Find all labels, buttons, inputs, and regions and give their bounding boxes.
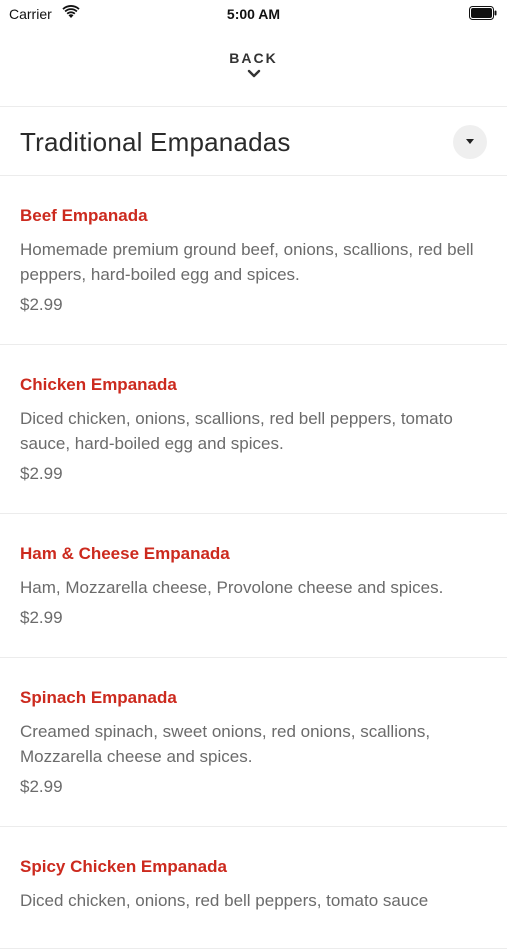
menu-item-name: Spinach Empanada bbox=[20, 688, 177, 707]
menu-item-description: Ham, Mozzarella cheese, Provolone cheese… bbox=[20, 578, 444, 597]
status-bar: Carrier 5:00 AM bbox=[0, 0, 507, 28]
menu-item-price: $2.99 bbox=[20, 608, 63, 627]
menu-item-name: Spicy Chicken Empanada bbox=[20, 857, 227, 876]
status-time: 5:00 AM bbox=[226, 6, 281, 22]
menu-item-description: Diced chicken, onions, red bell peppers,… bbox=[20, 891, 429, 910]
menu-item-name: Chicken Empanada bbox=[20, 375, 177, 394]
menu-item-description: Diced chicken, onions, scallions, red be… bbox=[20, 409, 453, 453]
menu-item-price: $2.99 bbox=[20, 464, 63, 483]
menu-item[interactable]: Spinach Empanada Creamed spinach, sweet … bbox=[0, 658, 507, 827]
caret-down-icon bbox=[466, 139, 474, 144]
menu-item-name: Beef Empanada bbox=[20, 206, 148, 225]
menu-item[interactable]: Ham & Cheese Empanada Ham, Mozzarella ch… bbox=[0, 514, 507, 658]
menu-item[interactable]: Spicy Chicken Empanada Diced chicken, on… bbox=[0, 827, 507, 949]
menu-item[interactable]: Chicken Empanada Diced chicken, onions, … bbox=[0, 345, 507, 514]
collapse-category-button[interactable] bbox=[453, 125, 487, 159]
menu-item-description: Homemade premium ground beef, onions, sc… bbox=[20, 240, 474, 284]
menu-item-name: Ham & Cheese Empanada bbox=[20, 544, 230, 563]
chevron-down-icon bbox=[247, 69, 260, 78]
menu-item-description: Creamed spinach, sweet onions, red onion… bbox=[20, 722, 431, 766]
menu-item[interactable]: Beef Empanada Homemade premium ground be… bbox=[0, 176, 507, 345]
back-label: BACK bbox=[229, 50, 278, 66]
menu-item-price: $2.99 bbox=[20, 295, 63, 314]
menu-item-price: $2.99 bbox=[20, 777, 63, 796]
back-button[interactable]: BACK bbox=[0, 44, 507, 94]
menu-item-list: Beef Empanada Homemade premium ground be… bbox=[0, 176, 507, 949]
category-header: Traditional Empanadas bbox=[0, 107, 507, 175]
category-title: Traditional Empanadas bbox=[20, 127, 291, 157]
battery-icon bbox=[469, 6, 497, 20]
